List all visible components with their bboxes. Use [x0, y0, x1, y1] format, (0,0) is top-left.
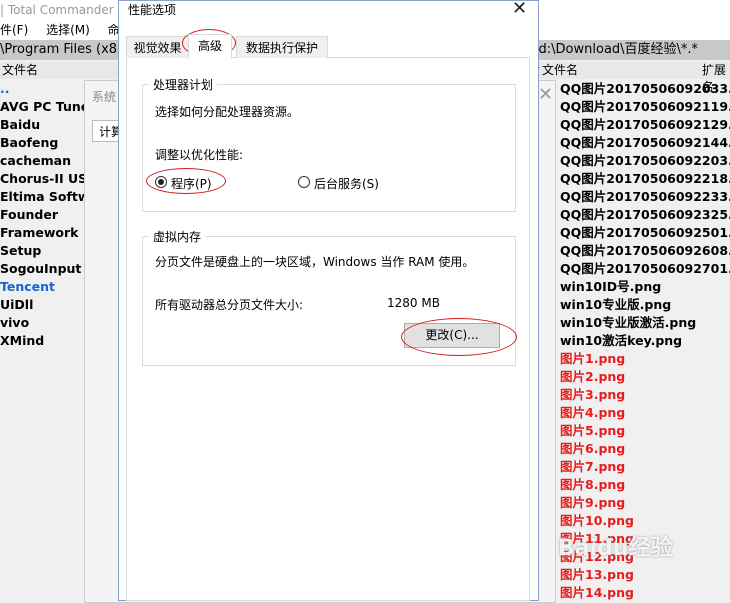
- right-file-list-item[interactable]: 图片10.png: [560, 512, 730, 530]
- dialog-close-icon[interactable]: ✕: [512, 0, 527, 19]
- virtual-memory-description: 分页文件是硬盘上的一块区域，Windows 当作 RAM 使用。: [155, 255, 475, 269]
- right-panel-path[interactable]: ▾d:\Download\百度经验\*.*: [532, 40, 730, 60]
- menu-file[interactable]: 件(F): [0, 23, 28, 37]
- paging-file-total-label: 所有驱动器总分页文件大小:: [155, 298, 304, 312]
- right-file-list-item[interactable]: 图片6.png: [560, 440, 730, 458]
- background-app-title: | Total Commander 9: [0, 3, 126, 17]
- right-file-list-item[interactable]: win10ID号.png: [560, 278, 730, 296]
- right-panel-column-header[interactable]: ↑文件名 扩展名: [532, 62, 730, 94]
- left-panel-column-header[interactable]: 文件名: [0, 62, 120, 79]
- adjust-performance-label: 调整以优化性能:: [155, 148, 244, 162]
- system-window-title: 系统: [92, 90, 117, 104]
- right-file-list-item[interactable]: QQ图片20170506092325.png: [560, 206, 730, 224]
- right-file-list-item[interactable]: 图片2.png: [560, 368, 730, 386]
- tab-advanced[interactable]: 高级: [188, 34, 232, 59]
- right-file-list-item[interactable]: 图片1.png: [560, 350, 730, 368]
- processor-scheduling-legend: 处理器计划: [153, 78, 214, 92]
- tab-data-execution-prevention[interactable]: 数据执行保护: [236, 36, 328, 58]
- paging-file-total-value: 1280 MB: [387, 296, 440, 310]
- right-file-list-item[interactable]: 图片4.png: [560, 404, 730, 422]
- right-file-list-item[interactable]: win10专业版.png: [560, 296, 730, 314]
- annotation-ellipse-programs: [146, 168, 226, 194]
- right-file-list-item[interactable]: QQ图片20170506092608.png: [560, 242, 730, 260]
- right-file-list-item[interactable]: 图片8.png: [560, 476, 730, 494]
- right-file-list-item[interactable]: QQ图片20170506092119.png: [560, 98, 730, 116]
- right-file-list: QQ图片20170506092033.pngQQ图片20170506092119…: [560, 80, 730, 602]
- left-panel-path[interactable]: \Program Files (x8: [0, 40, 120, 60]
- system-window-close-icon[interactable]: ✕: [538, 84, 553, 105]
- right-file-list-item[interactable]: QQ图片20170506092144.png: [560, 134, 730, 152]
- right-file-list-item[interactable]: 图片7.png: [560, 458, 730, 476]
- background-services-radio-label[interactable]: 后台服务(S): [314, 175, 379, 192]
- right-file-list-item[interactable]: QQ图片20170506092501.png: [560, 224, 730, 242]
- tab-visual-effects[interactable]: 视觉效果: [126, 36, 189, 58]
- right-file-list-item[interactable]: QQ图片20170506092218.png: [560, 170, 730, 188]
- right-file-list-item[interactable]: 图片5.png: [560, 422, 730, 440]
- right-file-list-item[interactable]: 图片9.png: [560, 494, 730, 512]
- right-file-list-item[interactable]: 图片13.png: [560, 566, 730, 584]
- virtual-memory-legend: 虚拟内存: [153, 230, 202, 244]
- watermark-logo: Baidu经验: [558, 536, 673, 561]
- right-file-list-item[interactable]: 图片14.png: [560, 584, 730, 602]
- right-file-list-item[interactable]: QQ图片20170506092129.png: [560, 116, 730, 134]
- right-file-list-item[interactable]: win10专业版激活.png: [560, 314, 730, 332]
- right-file-list-item[interactable]: QQ图片20170506092203.png: [560, 152, 730, 170]
- processor-scheduling-description: 选择如何分配处理器资源。: [155, 105, 300, 119]
- right-file-list-item[interactable]: QQ图片20170506092033.png: [560, 80, 730, 98]
- dialog-title: 性能选项: [128, 3, 177, 17]
- background-services-radio[interactable]: [298, 176, 310, 188]
- annotation-ellipse-change-button: [401, 318, 517, 356]
- right-file-list-item[interactable]: win10激活key.png: [560, 332, 730, 350]
- right-file-list-item[interactable]: QQ图片20170506092701.png: [560, 260, 730, 278]
- right-file-list-item[interactable]: QQ图片20170506092233.png: [560, 188, 730, 206]
- menu-select[interactable]: 选择(M): [46, 23, 90, 37]
- right-file-list-item[interactable]: 图片3.png: [560, 386, 730, 404]
